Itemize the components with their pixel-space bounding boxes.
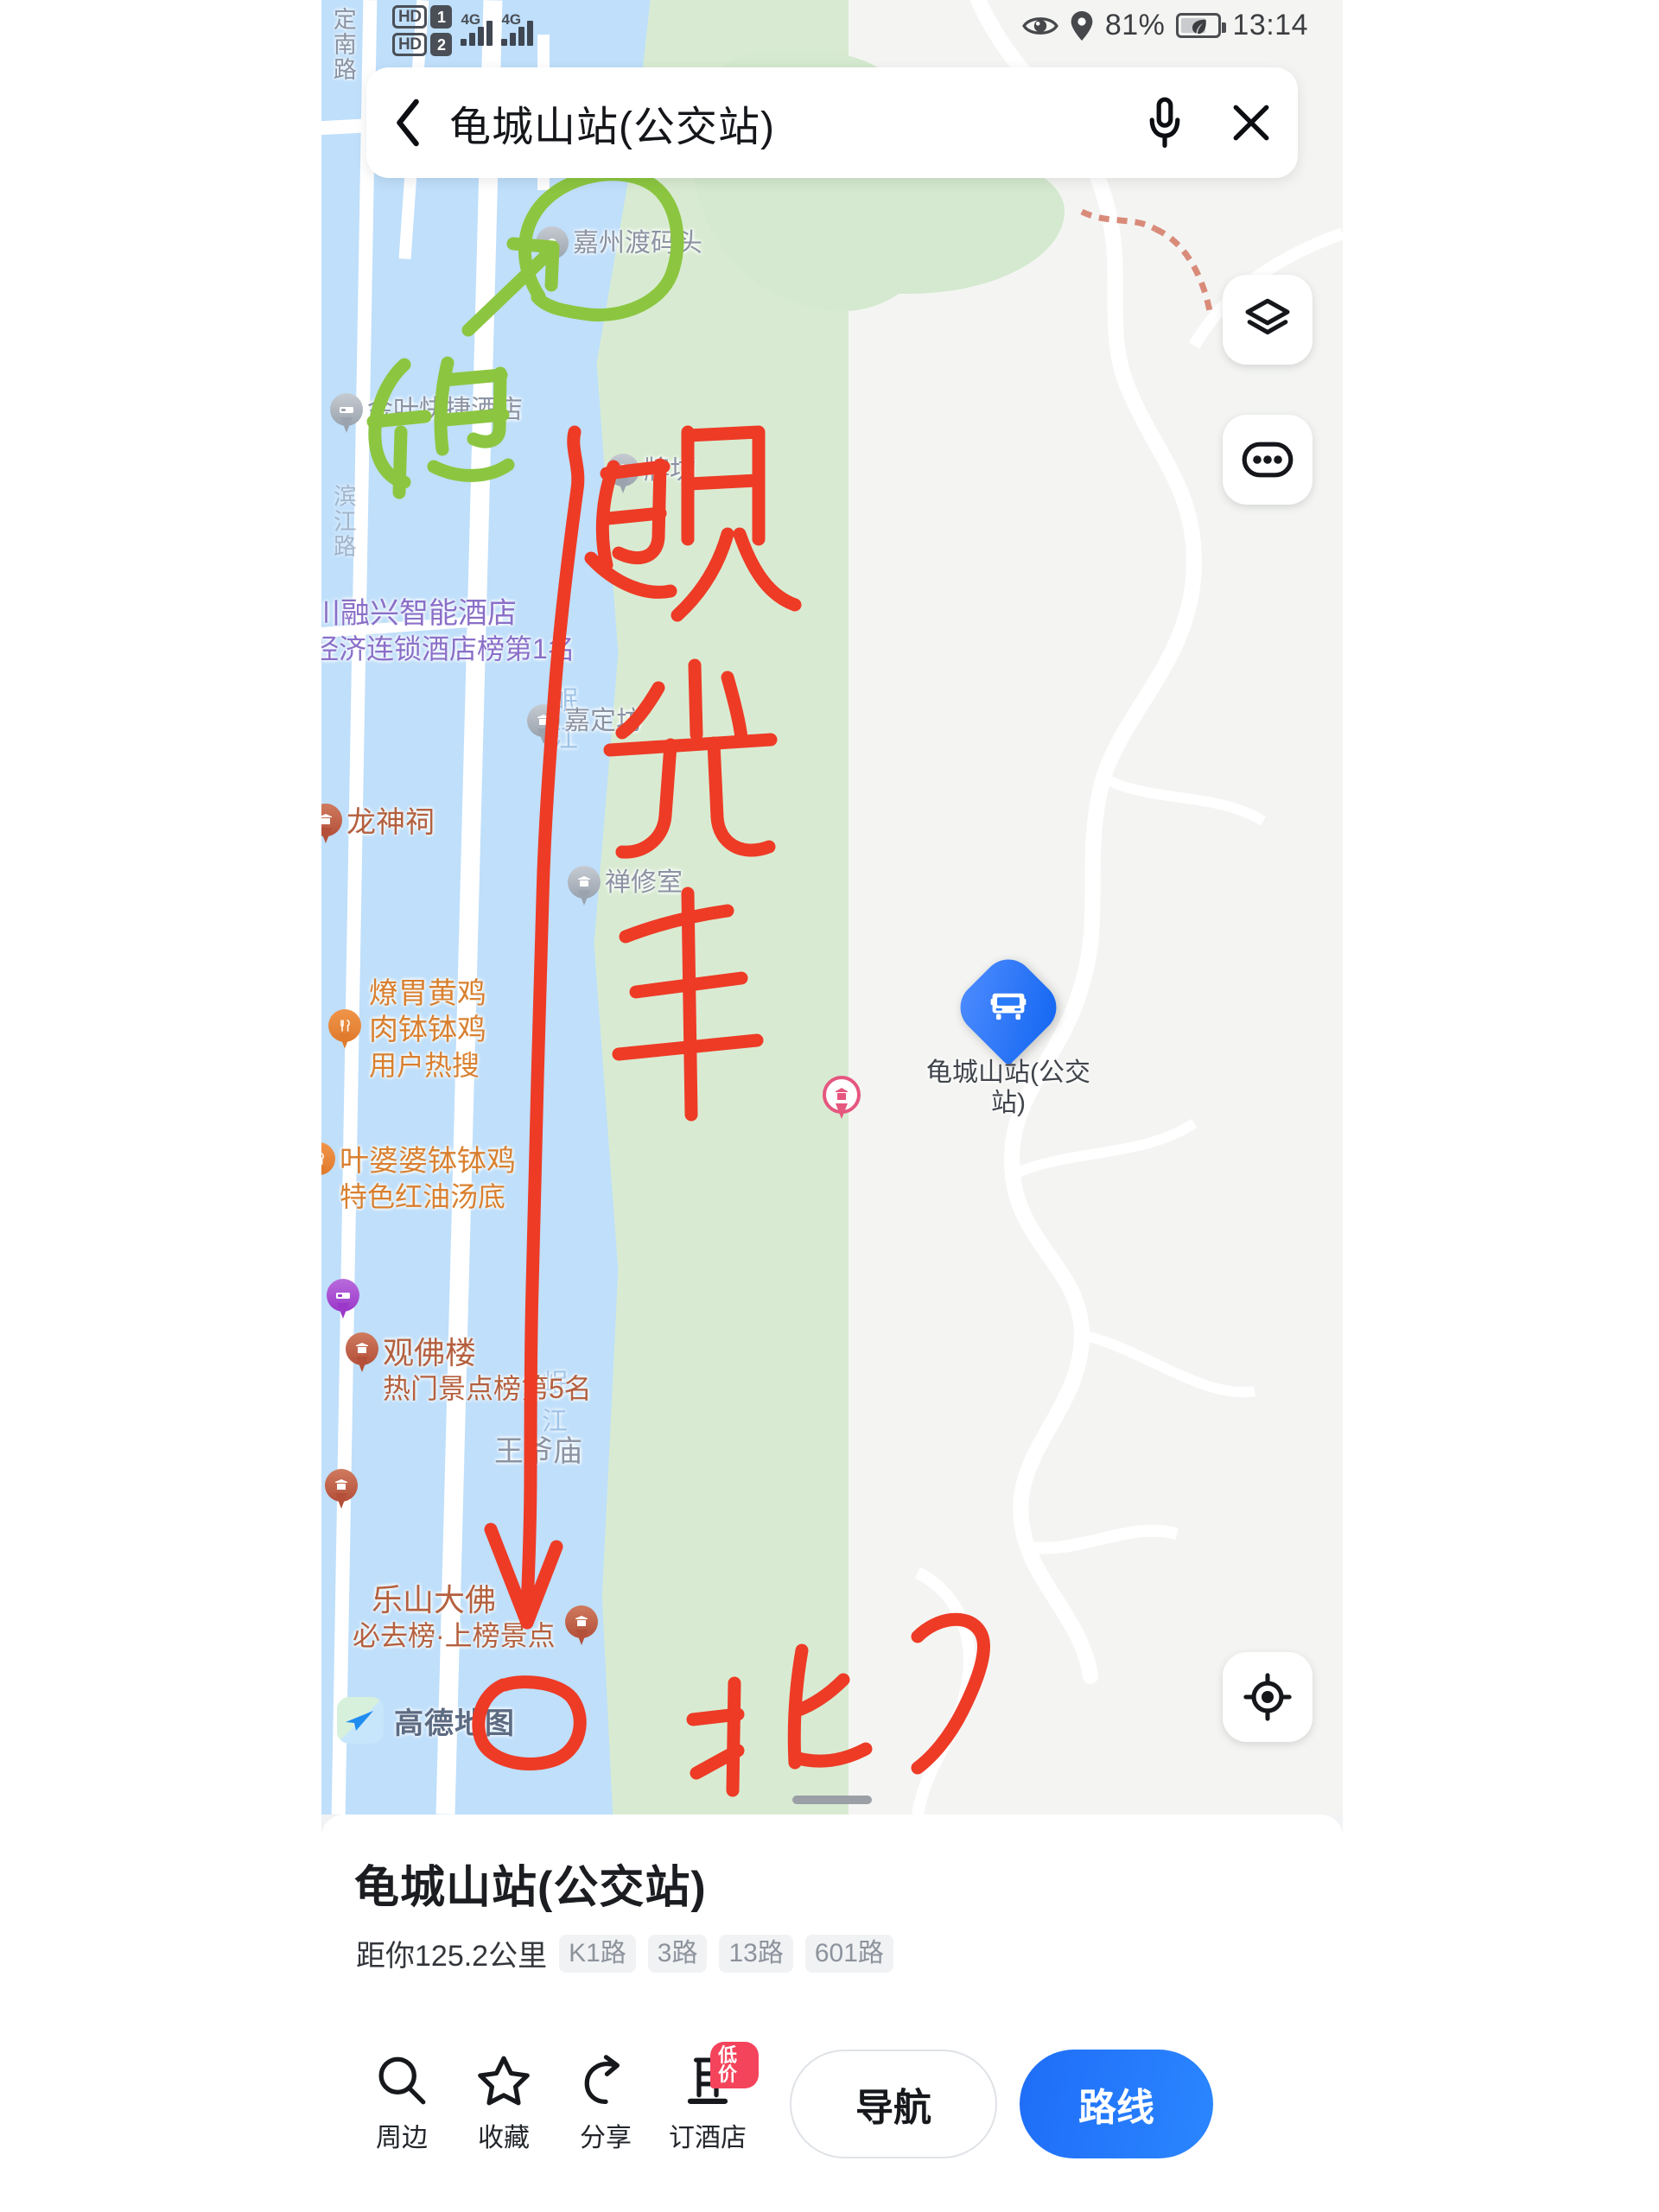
poi-label: 乐山大佛 xyxy=(372,1582,497,1618)
poi-guanfolou[interactable]: 观佛楼 热门景点榜第5名 xyxy=(346,1332,592,1406)
poi-chanxiushi[interactable]: 禅修室 xyxy=(568,866,683,906)
low-price-badge: 低价 xyxy=(710,2042,759,2088)
hotel-bed-icon xyxy=(327,1279,359,1319)
map-layers-button[interactable] xyxy=(1223,275,1313,365)
poi-sublabel-2: 用户热搜 xyxy=(369,1050,480,1082)
temple-icon xyxy=(607,454,639,493)
poi-label: 金叶快捷酒店 xyxy=(367,396,523,424)
distance-label: 距你125.2公里 xyxy=(356,1940,548,1973)
nearby-label: 周边 xyxy=(376,2124,428,2152)
bus-line-tag[interactable]: 601路 xyxy=(804,1934,893,1973)
search-input[interactable]: 龟城山站(公交站) xyxy=(449,92,1125,153)
map-layers-icon xyxy=(1245,298,1290,335)
close-icon xyxy=(1233,105,1269,141)
poi-buddha-pin[interactable] xyxy=(565,1605,598,1645)
poi-paifang[interactable]: 牌坊 xyxy=(607,454,696,493)
hotel-bed-icon xyxy=(330,393,363,433)
map-canvas[interactable]: 定南路 滨江路 岷江 岷江 嘉州渡码头 金叶快捷酒店 牌坊 川融兴智能酒店 经济… xyxy=(321,0,1343,1815)
favorite-button[interactable]: 收藏 xyxy=(453,2054,555,2154)
temple-icon xyxy=(321,804,342,843)
poi-liaowei-huangji[interactable]: 燎胃黄鸡 肉钵钵鸡 用户热搜 xyxy=(328,975,486,1083)
attraction-pin-icon xyxy=(823,1076,861,1121)
temple-icon xyxy=(346,1332,378,1372)
my-location-icon xyxy=(1243,1673,1292,1721)
poi-label: 王爷庙 xyxy=(494,1435,582,1468)
voice-search-button[interactable] xyxy=(1125,67,1205,178)
bus-stop-marker[interactable]: 龟城山站(公交 站) xyxy=(926,949,1090,1119)
share-icon xyxy=(584,2055,620,2104)
poi-label: 嘉州渡码头 xyxy=(573,229,702,257)
favorite-label: 收藏 xyxy=(478,2124,530,2152)
temple-icon xyxy=(568,866,601,906)
poi-wangyemiao[interactable]: 王爷庙 xyxy=(494,1433,582,1470)
place-detail-sheet[interactable]: 龟城山站(公交站) 距你125.2公里 K1路 3路 13路 601路 周边 收… xyxy=(321,1796,1343,2212)
poi-longshenci[interactable]: 龙神祠 xyxy=(321,804,435,843)
amap-icon xyxy=(337,1697,384,1744)
bus-stop-label: 龟城山站(公交 站) xyxy=(926,1058,1090,1118)
share-button[interactable]: 分享 xyxy=(555,2054,657,2154)
poi-jiadingfang[interactable]: 嘉定坊 xyxy=(527,704,642,744)
page-title: 龟城山站(公交站) xyxy=(354,1863,707,1913)
phone-screen: 定南路 滨江路 岷江 岷江 嘉州渡码头 金叶快捷酒店 牌坊 川融兴智能酒店 经济… xyxy=(321,0,1343,2212)
poi-sublabel: 肉钵钵鸡 xyxy=(369,1013,486,1046)
more-options-icon xyxy=(1242,442,1294,478)
map-road-network xyxy=(606,0,1343,1815)
poi-sublabel: 必去榜·上榜景点 xyxy=(353,1620,556,1652)
poi-yepopo-bobo-chicken[interactable]: 叶婆婆钵钵鸡 特色红油汤底 xyxy=(321,1142,516,1214)
my-location-button[interactable] xyxy=(1223,1652,1313,1742)
nearby-button[interactable]: 周边 xyxy=(351,2054,453,2154)
restaurant-icon xyxy=(321,1142,335,1182)
location-pin-icon xyxy=(536,226,569,266)
poi-scenic-marker[interactable] xyxy=(823,1076,861,1121)
street-label: 定南路 xyxy=(329,7,356,82)
clear-search-button[interactable] xyxy=(1205,67,1298,178)
poi-tour-pin[interactable] xyxy=(425,1111,458,1151)
map-more-button[interactable] xyxy=(1223,415,1313,505)
star-icon xyxy=(478,2056,530,2106)
poi-hotel-purple[interactable] xyxy=(327,1279,359,1319)
poi-label: 燎胃黄鸡 xyxy=(369,977,486,1010)
temple-icon xyxy=(565,1605,598,1645)
bus-stop-marker-icon xyxy=(950,949,1067,1066)
poi-chuanrongxing-hotel[interactable]: 川融兴智能酒店 经济连锁酒店榜第1名 xyxy=(321,594,575,666)
book-hotel-button[interactable]: 低价 订酒店 xyxy=(657,2042,759,2154)
poi-label: 嘉定坊 xyxy=(564,707,642,735)
poi-jiazhoudu-wharf[interactable]: 嘉州渡码头 xyxy=(536,226,702,266)
sheet-drag-handle[interactable] xyxy=(792,1796,872,1804)
poi-label: 牌坊 xyxy=(644,456,696,485)
search-bar[interactable]: 龟城山站(公交站) xyxy=(366,67,1298,178)
poi-sublabel: 热门景点榜第5名 xyxy=(383,1373,592,1405)
poi-label: 观佛楼 xyxy=(383,1335,477,1370)
poi-label: 川融兴智能酒店 xyxy=(321,597,517,630)
place-meta-row: 距你125.2公里 K1路 3路 13路 601路 xyxy=(356,1932,893,1974)
poi-sublabel: 特色红油汤底 xyxy=(340,1180,506,1212)
restaurant-icon xyxy=(328,1008,361,1049)
amap-label: 高德地图 xyxy=(394,1707,515,1740)
poi-sublabel: 经济连锁酒店榜第1名 xyxy=(321,632,575,664)
microphone-icon xyxy=(1149,97,1180,148)
temple-icon xyxy=(325,1469,358,1509)
poi-leshan-giant-buddha[interactable]: 乐山大佛 必去榜·上榜景点 xyxy=(353,1580,556,1653)
temple-icon xyxy=(527,704,560,744)
bus-line-tag[interactable]: 3路 xyxy=(647,1934,708,1973)
back-chevron-icon xyxy=(397,99,419,147)
bus-line-tag[interactable]: K1路 xyxy=(559,1934,636,1973)
book-hotel-label: 订酒店 xyxy=(669,2124,747,2152)
bus-line-tag[interactable]: 13路 xyxy=(719,1934,793,1973)
navigate-button[interactable]: 导航 xyxy=(790,2050,997,2158)
route-button[interactable]: 路线 xyxy=(1020,2050,1213,2158)
search-icon xyxy=(378,2056,426,2105)
amap-logo: 高德地图 xyxy=(337,1697,515,1744)
poi-label: 禅修室 xyxy=(605,868,683,897)
poi-label: 龙神祠 xyxy=(346,806,435,839)
poi-jinye-hotel[interactable]: 金叶快捷酒店 xyxy=(330,393,523,433)
poi-temple-small[interactable] xyxy=(325,1469,358,1509)
share-label: 分享 xyxy=(580,2124,632,2152)
back-button[interactable] xyxy=(366,67,449,178)
action-toolbar: 周边 收藏 分享 低价 订酒店 导航 路线 xyxy=(321,2022,1343,2186)
street-label: 滨江路 xyxy=(329,484,356,559)
